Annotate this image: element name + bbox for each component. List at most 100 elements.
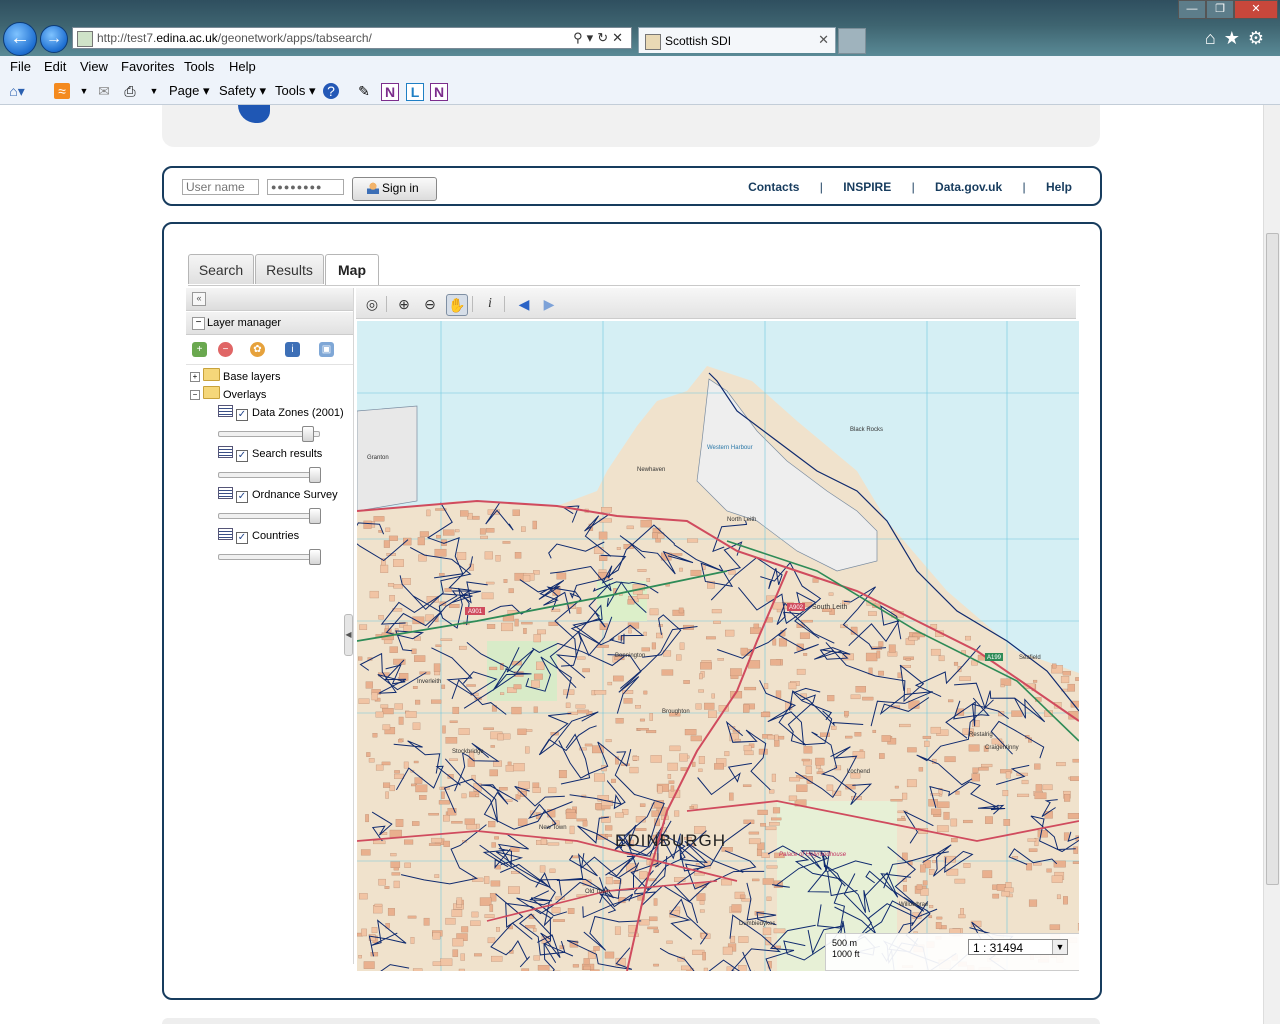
building-block bbox=[922, 880, 928, 886]
page-menu[interactable]: Page ▾ bbox=[169, 83, 210, 99]
zoom-extent-icon[interactable]: ◎ bbox=[362, 294, 382, 314]
password-input[interactable]: ●●●●●●●● bbox=[267, 179, 344, 195]
contacts-link[interactable]: Contacts bbox=[748, 180, 799, 194]
forward-button[interactable]: → bbox=[40, 25, 68, 53]
datagov-link[interactable]: Data.gov.uk bbox=[935, 180, 1002, 194]
remove-layer-icon[interactable]: − bbox=[218, 342, 233, 357]
building-block bbox=[699, 909, 705, 913]
maximize-button[interactable]: ❐ bbox=[1206, 0, 1234, 19]
zoom-out-icon[interactable]: ⊖ bbox=[420, 294, 440, 314]
base-layers-node[interactable]: + Base layers bbox=[190, 368, 280, 383]
layer-ordnance-survey[interactable]: ✓ Ordnance Survey bbox=[218, 487, 338, 503]
layer-search-results[interactable]: ✓ Search results bbox=[218, 446, 322, 462]
minimize-icon[interactable]: − bbox=[192, 317, 205, 330]
slider-handle[interactable] bbox=[301, 426, 314, 442]
back-button[interactable]: ← bbox=[3, 22, 37, 56]
favorites-star-icon[interactable]: ★ bbox=[1224, 28, 1248, 48]
zoom-in-icon[interactable]: ⊕ bbox=[394, 294, 414, 314]
menu-tools[interactable]: Tools bbox=[184, 59, 214, 74]
opacity-slider[interactable] bbox=[218, 508, 321, 524]
next-extent-icon[interactable]: ▶ bbox=[539, 294, 559, 314]
building-block bbox=[491, 842, 496, 848]
tab-map[interactable]: Map bbox=[325, 254, 379, 286]
pan-hand-icon[interactable]: ✋ bbox=[446, 294, 468, 316]
map-canvas[interactable]: EDINBURGH North Leith South Leith Newhav… bbox=[357, 321, 1079, 971]
layer-checkbox[interactable]: ✓ bbox=[236, 532, 248, 544]
layer-info-icon[interactable]: i bbox=[285, 342, 300, 357]
browser-tab[interactable]: Scottish SDI ✕ bbox=[638, 27, 836, 53]
help-icon[interactable]: ? bbox=[323, 83, 339, 99]
onenote-linked-icon[interactable]: N bbox=[430, 83, 448, 101]
new-tab-button[interactable] bbox=[838, 28, 866, 54]
inspire-link[interactable]: INSPIRE bbox=[843, 180, 891, 194]
lync-icon[interactable]: L bbox=[406, 83, 424, 101]
opacity-slider[interactable] bbox=[218, 549, 321, 565]
page-scrollbar[interactable] bbox=[1263, 105, 1280, 1024]
sign-in-button[interactable]: Sign in bbox=[352, 177, 437, 201]
address-bar[interactable]: http://test7.edina.ac.uk/geonetwork/apps… bbox=[72, 27, 632, 49]
menu-view[interactable]: View bbox=[80, 59, 108, 74]
building-block bbox=[803, 653, 808, 656]
tab-search[interactable]: Search bbox=[188, 254, 254, 284]
layer-preview-icon[interactable]: ▣ bbox=[319, 342, 334, 357]
layer-legend-icon[interactable] bbox=[218, 446, 233, 458]
help-link[interactable]: Help bbox=[1046, 180, 1072, 194]
tab-results[interactable]: Results bbox=[255, 254, 324, 284]
feeds-icon[interactable]: ≈ bbox=[54, 83, 70, 99]
scrollbar-thumb[interactable] bbox=[1266, 233, 1279, 885]
expand-icon[interactable]: + bbox=[190, 372, 200, 382]
menu-file[interactable]: File bbox=[10, 59, 31, 74]
layer-checkbox[interactable]: ✓ bbox=[236, 491, 248, 503]
style-layer-icon[interactable]: ✿ bbox=[250, 342, 265, 357]
scale-panel: 500 m 1000 ft 1 : 31494 ▼ bbox=[825, 933, 1079, 971]
layer-legend-icon[interactable] bbox=[218, 528, 233, 540]
building-block bbox=[902, 792, 908, 800]
settings-gear-icon[interactable]: ⚙ bbox=[1248, 28, 1272, 48]
collapse-icon[interactable]: − bbox=[190, 390, 200, 400]
home-icon[interactable]: ⌂ bbox=[1205, 28, 1224, 48]
building-block bbox=[637, 728, 649, 731]
previous-extent-icon[interactable]: ◀ bbox=[514, 294, 534, 314]
building-block bbox=[614, 926, 621, 935]
onenote-icon[interactable]: N bbox=[381, 83, 399, 101]
username-input[interactable] bbox=[182, 179, 259, 195]
safety-menu[interactable]: Safety ▾ bbox=[219, 83, 266, 99]
map-viewport[interactable]: EDINBURGH North Leith South Leith Newhav… bbox=[357, 321, 1079, 971]
feeds-dropdown-icon[interactable]: ▼ bbox=[76, 83, 92, 99]
add-layer-icon[interactable]: + bbox=[192, 342, 207, 357]
tab-close-icon[interactable]: ✕ bbox=[818, 32, 829, 48]
print-icon[interactable]: ⎙ bbox=[122, 83, 138, 99]
layer-data-zones[interactable]: ✓ Data Zones (2001) bbox=[218, 405, 344, 421]
opacity-slider[interactable] bbox=[218, 426, 320, 442]
sidebar-splitter[interactable]: ◀ bbox=[344, 614, 353, 656]
print-dropdown-icon[interactable]: ▼ bbox=[146, 83, 162, 99]
layer-legend-icon[interactable] bbox=[218, 487, 233, 499]
layer-legend-icon[interactable] bbox=[218, 405, 233, 417]
slider-handle[interactable] bbox=[309, 467, 321, 483]
mail-icon[interactable]: ✉ bbox=[96, 83, 112, 99]
layer-manager-header[interactable]: − Layer manager bbox=[186, 312, 353, 335]
slider-handle[interactable] bbox=[309, 549, 321, 565]
layer-checkbox[interactable]: ✓ bbox=[236, 450, 248, 462]
close-window-button[interactable]: ✕ bbox=[1234, 0, 1278, 19]
menu-favorites[interactable]: Favorites bbox=[121, 59, 174, 74]
slider-handle[interactable] bbox=[309, 508, 321, 524]
overlays-node[interactable]: − Overlays bbox=[190, 386, 266, 401]
label-inverleith: Inverleith bbox=[417, 679, 441, 685]
collapse-sidebar-icon[interactable]: « bbox=[192, 292, 206, 306]
scale-select[interactable]: 1 : 31494 ▼ bbox=[968, 939, 1068, 955]
chevron-down-icon[interactable]: ▼ bbox=[1052, 940, 1067, 954]
opacity-slider[interactable] bbox=[218, 467, 321, 483]
menu-edit[interactable]: Edit bbox=[44, 59, 66, 74]
home-cmd-icon[interactable]: ⌂▾ bbox=[9, 83, 25, 99]
menu-help[interactable]: Help bbox=[229, 59, 256, 74]
research-icon[interactable]: ✎ bbox=[356, 83, 372, 99]
layer-countries[interactable]: ✓ Countries bbox=[218, 528, 299, 544]
minimize-button[interactable]: — bbox=[1178, 0, 1206, 19]
address-controls[interactable]: ⚲▾↻✕ bbox=[573, 30, 627, 46]
layer-checkbox[interactable]: ✓ bbox=[236, 409, 248, 421]
tools-menu[interactable]: Tools ▾ bbox=[275, 83, 316, 99]
building-block bbox=[888, 644, 896, 653]
info-icon[interactable]: i bbox=[480, 294, 500, 314]
building-block bbox=[930, 648, 941, 656]
